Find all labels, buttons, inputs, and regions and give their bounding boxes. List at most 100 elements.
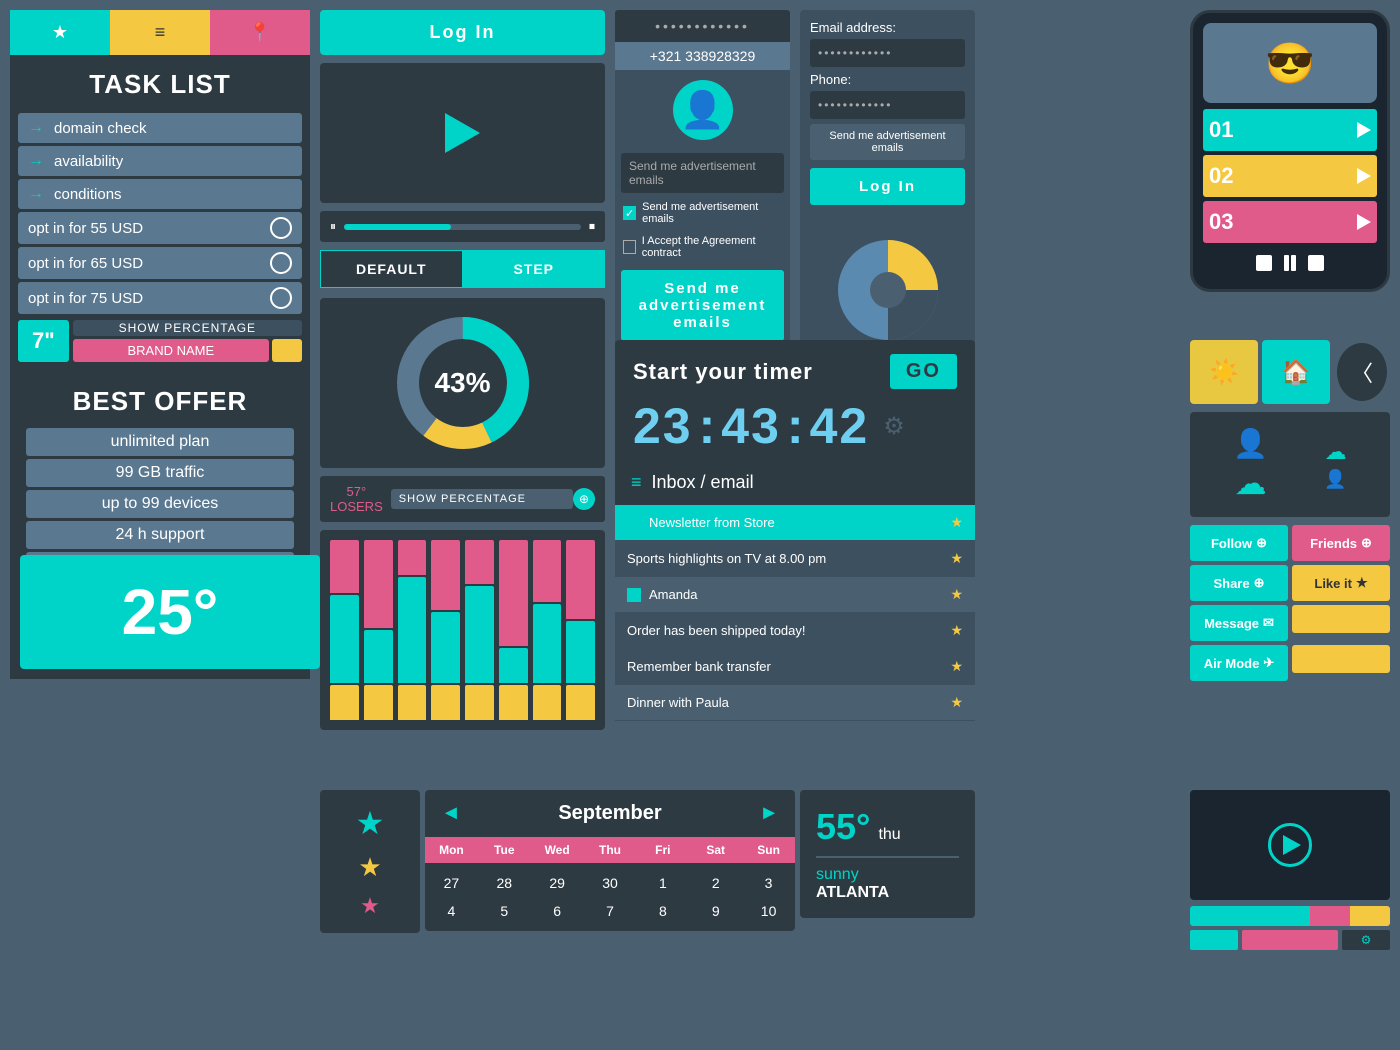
checkbox-agreement[interactable]	[623, 240, 636, 254]
bar-column	[431, 540, 460, 720]
gear-icon[interactable]: ⚙	[883, 412, 905, 441]
task-item-conditions[interactable]: → conditions	[18, 179, 302, 209]
home-button[interactable]: 🏠	[1262, 340, 1330, 404]
star-icon-4[interactable]: ★	[950, 622, 963, 639]
phone-item-01[interactable]: 01	[1203, 109, 1377, 151]
checkbox-row-ads[interactable]: ✓ Send me advertisement emails	[615, 196, 790, 230]
login-button-top[interactable]: Log In	[320, 10, 605, 55]
opt-item-65[interactable]: opt in for 65 USD	[18, 247, 302, 279]
bar-seg-pink	[398, 540, 427, 575]
radio-65[interactable]	[270, 252, 292, 274]
bar-seg-pink	[465, 540, 494, 584]
tab-step[interactable]: STEP	[463, 250, 606, 288]
star-icon-6[interactable]: ★	[950, 694, 963, 711]
calendar-date[interactable]: 2	[689, 869, 742, 897]
bar-column	[330, 540, 359, 720]
calendar-date[interactable]: 29	[531, 869, 584, 897]
air-mode-input[interactable]	[1292, 645, 1390, 673]
airplane-icon: ✈	[1263, 655, 1274, 671]
calendar-date[interactable]: 6	[531, 897, 584, 925]
calendar-next-button[interactable]: ►	[759, 802, 779, 825]
phone-item-03[interactable]: 03	[1203, 201, 1377, 243]
friends-button[interactable]: Friends ⊕	[1292, 525, 1390, 561]
opt-item-55[interactable]: opt in for 55 USD	[18, 212, 302, 244]
checkbox-ads[interactable]: ✓	[623, 206, 636, 220]
message-input[interactable]	[1292, 605, 1390, 633]
like-button[interactable]: Like it ★	[1292, 565, 1390, 601]
air-mode-button[interactable]: Air Mode ✈	[1190, 645, 1288, 681]
calendar-date[interactable]: 1	[636, 869, 689, 897]
calendar-date[interactable]: 9	[689, 897, 742, 925]
task-item-availability[interactable]: → availability	[18, 146, 302, 176]
phone-item-02[interactable]: 02	[1203, 155, 1377, 197]
ctrl-square-left[interactable]	[1256, 255, 1272, 271]
sun-button[interactable]: ☀️	[1190, 340, 1258, 404]
calendar-date[interactable]: 30	[584, 869, 637, 897]
calendar-date[interactable]: 8	[636, 897, 689, 925]
video-box[interactable]	[320, 63, 605, 203]
calendar-date[interactable]: 28	[478, 869, 531, 897]
send-advertisement-button[interactable]: Send me advertisement emails	[810, 124, 965, 160]
share-button[interactable]: Share ⊕	[1190, 565, 1288, 601]
inbox-row-newsletter[interactable]: Newsletter from Store ★	[615, 505, 975, 541]
back-button[interactable]: 〈	[1334, 340, 1390, 404]
tab-default[interactable]: DEFAULT	[320, 250, 463, 288]
star-teal[interactable]: ★	[356, 804, 385, 842]
cloud-icon-small: ☁	[1325, 439, 1347, 465]
star-icon-3[interactable]: ★	[950, 586, 963, 603]
calendar-date[interactable]: 5	[478, 897, 531, 925]
star-icon-2[interactable]: ★	[950, 550, 963, 567]
pin-button[interactable]: 📍	[210, 10, 310, 55]
star-icon[interactable]: ★	[950, 514, 963, 531]
star-yellow[interactable]: ★	[358, 852, 381, 883]
pause-icon[interactable]: ⏸	[330, 219, 336, 234]
email-input[interactable]: ••••••••••••	[810, 39, 965, 67]
inbox-title: Inbox / email	[652, 472, 754, 493]
inbox-row-bank[interactable]: Remember bank transfer ★	[615, 649, 975, 685]
show-pct-button[interactable]: SHOW PERCENTAGE	[391, 489, 573, 509]
message-button[interactable]: Message ✉	[1190, 605, 1288, 641]
send-ads-button[interactable]: Send me advertisement emails	[621, 270, 784, 341]
radio-55[interactable]	[270, 217, 292, 239]
hamburger-icon[interactable]: ≡	[631, 472, 642, 493]
calendar-date[interactable]: 27	[425, 869, 478, 897]
star-pink[interactable]: ★	[360, 893, 380, 919]
calendar-date[interactable]: 3	[742, 869, 795, 897]
menu-button[interactable]: ≡	[110, 10, 210, 55]
ctrl-bar-1	[1284, 255, 1289, 271]
calendar-day-label: Sun	[742, 843, 795, 857]
star-icon-5[interactable]: ★	[950, 658, 963, 675]
login-button-right[interactable]: Log In	[810, 168, 965, 205]
email-label: Email address:	[810, 20, 965, 35]
settings-icon[interactable]: ⚙	[1361, 933, 1372, 947]
ctrl-square-right[interactable]	[1308, 255, 1324, 271]
inbox-row-sports[interactable]: Sports highlights on TV at 8.00 pm ★	[615, 541, 975, 577]
inbox-row-amanda[interactable]: Amanda ★	[615, 577, 975, 613]
calendar-prev-button[interactable]: ◄	[441, 802, 461, 825]
password-field[interactable]: ••••••••••••	[615, 10, 790, 42]
calendar-day-label: Tue	[478, 843, 531, 857]
opt-item-75[interactable]: opt in for 75 USD	[18, 282, 302, 314]
phone-input[interactable]: ••••••••••••	[810, 91, 965, 119]
calendar-date[interactable]: 10	[742, 897, 795, 925]
go-button[interactable]: GO	[890, 354, 957, 389]
stop-icon[interactable]: ⏹	[589, 219, 595, 234]
checkbox-row-agreement[interactable]: I Accept the Agreement contract	[615, 230, 790, 264]
play-circle-button[interactable]	[1268, 823, 1312, 867]
calendar-date[interactable]: 7	[584, 897, 637, 925]
right-bottom-panel: ⚙	[1190, 790, 1390, 950]
pct-circle-icon[interactable]: ⊕	[573, 488, 595, 510]
inbox-row-order[interactable]: Order has been shipped today! ★	[615, 613, 975, 649]
inbox-checkbox-newsletter[interactable]	[627, 516, 641, 530]
bar-column	[499, 540, 528, 720]
follow-button[interactable]: Follow ⊕	[1190, 525, 1288, 561]
play-button[interactable]	[445, 113, 480, 153]
progress-track[interactable]	[344, 224, 581, 230]
star-button[interactable]: ★	[10, 10, 110, 55]
inbox-checkbox-amanda[interactable]	[627, 588, 641, 602]
inbox-row-dinner[interactable]: Dinner with Paula ★	[615, 685, 975, 721]
task-item-domain[interactable]: → domain check	[18, 113, 302, 143]
radio-75[interactable]	[270, 287, 292, 309]
ctrl-bars[interactable]	[1284, 255, 1296, 271]
calendar-date[interactable]: 4	[425, 897, 478, 925]
